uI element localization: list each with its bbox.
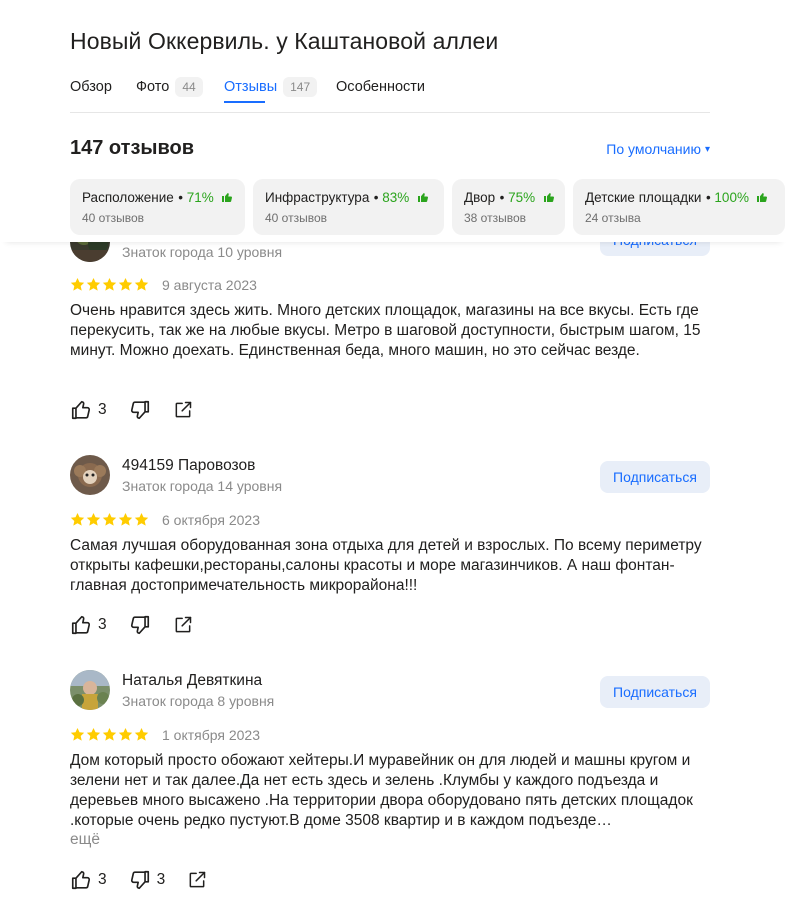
chevron-down-icon: ▾: [704, 143, 710, 155]
rating-stars: [70, 727, 149, 742]
avatar[interactable]: [70, 670, 110, 710]
star-icon: [102, 727, 117, 741]
dislike-button[interactable]: [129, 399, 151, 421]
star-icon: [118, 277, 133, 291]
sort-dropdown[interactable]: По умолчанию ▾: [606, 141, 710, 157]
like-button[interactable]: 3: [70, 614, 107, 636]
tab-photo[interactable]: Фото 44: [136, 72, 203, 102]
star-icon: [118, 512, 133, 526]
author-level: Знаток города 14 уровня: [122, 478, 283, 494]
aspect-reviews-count: 40 отзывов: [82, 211, 145, 225]
aspect-name: Двор: [464, 190, 496, 205]
review-text: Дом который просто обожают хейтеры.И мур…: [70, 752, 693, 829]
star-icon: [70, 277, 85, 291]
share-icon: [189, 871, 206, 888]
review-card: Наталья Девяткина Знаток города 8 уровня…: [70, 670, 710, 910]
aspect-filter-bar: Расположение • 71% 40 отзывов Инфраструк…: [0, 170, 787, 242]
review-text: Очень нравится здесь жить. Много детских…: [70, 302, 701, 359]
review-date: 1 октября 2023: [162, 727, 260, 743]
author-level: Знаток города 8 уровня: [122, 693, 275, 709]
star-icon: [86, 727, 101, 741]
aspect-chip-infrastructure[interactable]: Инфраструктура • 83% 40 отзывов: [253, 179, 444, 235]
star-icon: [134, 512, 149, 526]
star-icon: [134, 277, 149, 291]
aspect-chip-location[interactable]: Расположение • 71% 40 отзывов: [70, 179, 245, 235]
star-icon: [134, 727, 149, 741]
review-card: Знаток города 10 уровня Подписаться 9 ав…: [70, 222, 710, 432]
like-count: 3: [98, 616, 107, 633]
tab-overview[interactable]: Обзор: [70, 72, 112, 102]
thumb-down-icon: [130, 615, 149, 635]
dislike-button[interactable]: [129, 614, 151, 636]
thumb-up-icon: [71, 615, 91, 635]
aspect-name: Расположение: [82, 190, 174, 205]
aspect-reviews-count: 24 отзыва: [585, 211, 641, 225]
tab-reviews[interactable]: Отзывы 147: [224, 72, 318, 103]
tab-count-badge: 44: [175, 77, 203, 97]
aspect-name: Инфраструктура: [265, 190, 370, 205]
thumb-up-icon: [543, 193, 554, 202]
rating-stars: [70, 512, 149, 527]
author-level: Знаток города 10 уровня: [122, 244, 283, 260]
review-actions: 3 3: [70, 868, 207, 892]
star-icon: [70, 727, 85, 741]
thumb-up-icon: [71, 400, 91, 420]
sort-label: По умолчанию: [606, 141, 701, 157]
review-date: 9 августа 2023: [162, 277, 257, 293]
aspect-percent: 83%: [382, 190, 410, 205]
thumb-down-icon: [130, 870, 149, 890]
tab-count-badge: 147: [283, 77, 318, 97]
avatar[interactable]: [70, 455, 110, 495]
review-actions: 3: [70, 398, 193, 422]
like-count: 3: [98, 401, 107, 418]
thumb-up-icon: [71, 870, 91, 890]
thumb-up-icon: [222, 193, 233, 202]
star-icon: [102, 277, 117, 291]
tab-label: Отзывы: [224, 79, 278, 95]
aspect-chip-yard[interactable]: Двор • 75% 38 отзывов: [452, 179, 565, 235]
subscribe-button[interactable]: Подписаться: [600, 461, 710, 493]
like-button[interactable]: 3: [70, 869, 107, 891]
like-count: 3: [98, 871, 107, 888]
aspect-reviews-count: 38 отзывов: [464, 211, 527, 225]
review-date: 6 октября 2023: [162, 512, 260, 528]
aspect-name: Детские площадки: [585, 190, 702, 205]
tabs-bar: Обзор Фото 44 Отзывы 147 Особенности: [70, 72, 710, 113]
share-icon: [175, 401, 191, 418]
aspect-percent: 100%: [714, 190, 749, 205]
aspect-chip-playgrounds[interactable]: Детские площадки • 100% 24 отзыва: [573, 179, 785, 235]
thumb-up-icon: [417, 193, 428, 202]
star-icon: [86, 512, 101, 526]
aspect-reviews-count: 40 отзывов: [265, 211, 328, 225]
tab-label: Фото: [136, 79, 170, 95]
reviews-count-title: 147 отзывов: [70, 137, 195, 159]
thumb-down-icon: [130, 400, 149, 420]
star-icon: [102, 512, 117, 526]
star-icon: [86, 277, 101, 291]
tab-label: Обзор: [70, 79, 112, 95]
show-more-link[interactable]: ещё: [70, 831, 100, 849]
star-icon: [118, 727, 133, 741]
author-name[interactable]: 494159 Паровозов: [122, 457, 255, 475]
dislike-button[interactable]: 3: [129, 869, 166, 891]
share-button[interactable]: [173, 400, 193, 420]
rating-stars: [70, 277, 149, 292]
dislike-count: 3: [156, 871, 166, 888]
like-button[interactable]: 3: [70, 399, 107, 421]
share-button[interactable]: [187, 870, 207, 890]
star-icon: [70, 512, 85, 526]
tab-label: Особенности: [336, 79, 426, 95]
author-name[interactable]: Наталья Девяткина: [122, 672, 262, 690]
review-text: Самая лучшая оборудованная зона отдыха д…: [70, 537, 702, 594]
tab-features[interactable]: Особенности: [336, 72, 425, 102]
review-actions: 3: [70, 613, 193, 637]
review-card: 494159 Паровозов Знаток города 14 уровня…: [70, 455, 710, 645]
share-icon: [175, 616, 191, 633]
aspect-percent: 71%: [186, 190, 214, 205]
subscribe-button[interactable]: Подписаться: [600, 676, 710, 708]
thumb-up-icon: [757, 193, 768, 202]
aspect-percent: 75%: [508, 190, 536, 205]
share-button[interactable]: [173, 615, 193, 635]
page-title: Новый Оккервиль. у Каштановой аллеи: [70, 28, 499, 54]
